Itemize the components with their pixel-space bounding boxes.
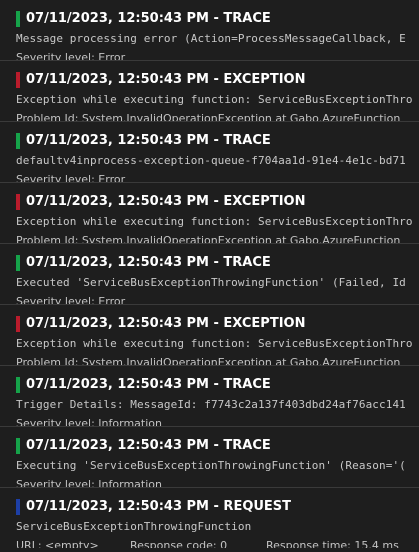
log-entry-trace[interactable]: 07/11/2023, 12:50:43 PM - TRACE Executed… (0, 244, 419, 305)
telemetry-log-list: 07/11/2023, 12:50:43 PM - TRACE Message … (0, 0, 419, 548)
entry-detail: Problem Id: System.InvalidOperationExcep… (16, 355, 401, 366)
request-severity-marker (16, 499, 20, 515)
entry-message: ServiceBusExceptionThrowingFunction (16, 520, 252, 533)
detail-value: Error (98, 173, 126, 183)
log-entry-trace[interactable]: 07/11/2023, 12:50:43 PM - TRACE Executin… (0, 427, 419, 488)
entry-header: 07/11/2023, 12:50:43 PM - TRACE (26, 133, 271, 148)
entry-header: 07/11/2023, 12:50:43 PM - EXCEPTION (26, 72, 306, 87)
url-field: URL: <empty> (16, 538, 99, 548)
detail-value: System.InvalidOperationException at Gabo… (81, 234, 401, 244)
entry-message: Executing 'ServiceBusExceptionThrowingFu… (16, 459, 406, 472)
entry-message: defaultv4inprocess-exception-queue-f704a… (16, 154, 406, 167)
entry-message: Trigger Details: MessageId: f7743c2a137f… (16, 398, 406, 411)
entry-header: 07/11/2023, 12:50:43 PM - EXCEPTION (26, 194, 306, 209)
detail-label: Problem Id: (16, 356, 79, 366)
detail-label: Severity level: (16, 417, 95, 427)
detail-value: System.InvalidOperationException at Gabo… (81, 356, 401, 366)
exception-severity-marker (16, 316, 20, 332)
log-entry-request[interactable]: 07/11/2023, 12:50:43 PM - REQUEST Servic… (0, 488, 419, 548)
entry-message: Message processing error (Action=Process… (16, 32, 406, 45)
response-time-label: Response time: (266, 539, 351, 548)
url-value: <empty> (45, 539, 99, 548)
entry-message: Executed 'ServiceBusExceptionThrowingFun… (16, 276, 406, 289)
trace-severity-marker (16, 255, 20, 271)
entry-message: Exception while executing function: Serv… (16, 93, 413, 106)
exception-severity-marker (16, 72, 20, 88)
entry-detail: Severity level: Error (16, 294, 126, 305)
log-entry-exception[interactable]: 07/11/2023, 12:50:43 PM - EXCEPTION Exce… (0, 305, 419, 366)
log-entry-exception[interactable]: 07/11/2023, 12:50:43 PM - EXCEPTION Exce… (0, 61, 419, 122)
entry-detail: Severity level: Information (16, 477, 162, 488)
entry-header: 07/11/2023, 12:50:43 PM - TRACE (26, 438, 271, 453)
detail-label: Severity level: (16, 51, 95, 61)
log-entry-trace[interactable]: 07/11/2023, 12:50:43 PM - TRACE defaultv… (0, 122, 419, 183)
detail-value: Information (98, 478, 162, 488)
entry-header: 07/11/2023, 12:50:43 PM - TRACE (26, 255, 271, 270)
detail-label: Problem Id: (16, 112, 79, 122)
detail-value: Information (98, 417, 162, 427)
exception-severity-marker (16, 194, 20, 210)
trace-severity-marker (16, 11, 20, 27)
entry-detail: Severity level: Information (16, 416, 162, 427)
entry-message: Exception while executing function: Serv… (16, 215, 413, 228)
response-code-field: Response code: 0 (130, 538, 227, 548)
trace-severity-marker (16, 133, 20, 149)
detail-label: Severity level: (16, 173, 95, 183)
detail-label: Severity level: (16, 295, 95, 305)
entry-detail: Severity level: Error (16, 172, 126, 183)
response-time-field: Response time: 15.4 ms (266, 538, 399, 548)
detail-value: Error (98, 295, 126, 305)
entry-header: 07/11/2023, 12:50:43 PM - TRACE (26, 377, 271, 392)
entry-message: Exception while executing function: Serv… (16, 337, 413, 350)
url-label: URL: (16, 539, 42, 548)
entry-header: 07/11/2023, 12:50:43 PM - TRACE (26, 11, 271, 26)
entry-header: 07/11/2023, 12:50:43 PM - REQUEST (26, 499, 292, 514)
log-entry-trace[interactable]: 07/11/2023, 12:50:43 PM - TRACE Message … (0, 0, 419, 61)
response-code-label: Response code: (130, 539, 217, 548)
entry-detail: Problem Id: System.InvalidOperationExcep… (16, 233, 401, 244)
detail-label: Severity level: (16, 478, 95, 488)
trace-severity-marker (16, 377, 20, 393)
log-entry-trace[interactable]: 07/11/2023, 12:50:43 PM - TRACE Trigger … (0, 366, 419, 427)
response-code-value: 0 (220, 539, 228, 548)
entry-header: 07/11/2023, 12:50:43 PM - EXCEPTION (26, 316, 306, 331)
entry-detail: Problem Id: System.InvalidOperationExcep… (16, 111, 401, 122)
trace-severity-marker (16, 438, 20, 454)
log-entry-exception[interactable]: 07/11/2023, 12:50:43 PM - EXCEPTION Exce… (0, 183, 419, 244)
response-time-value: 15.4 ms (354, 539, 399, 548)
detail-value: System.InvalidOperationException at Gabo… (81, 112, 401, 122)
detail-value: Error (98, 51, 126, 61)
detail-label: Problem Id: (16, 234, 79, 244)
entry-detail: Severity level: Error (16, 50, 126, 61)
